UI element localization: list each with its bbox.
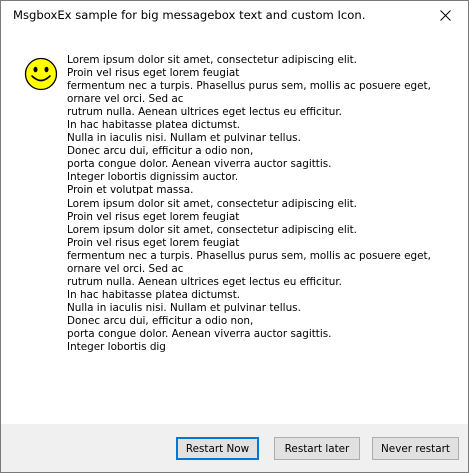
restart-now-button[interactable]: Restart Now xyxy=(176,437,259,460)
message-line: porta congue dolor. Aenean viverra aucto… xyxy=(67,158,332,171)
smiley-face-icon xyxy=(24,57,58,91)
message-box-window: MsgboxEx sample for big messagebox text … xyxy=(0,0,469,473)
message-line: rutrum nulla. Aenean ultrices eget lectu… xyxy=(67,106,342,119)
message-line: Donec arcu dui, efficitur a odio non, xyxy=(67,145,254,158)
message-line: ornare vel orci. Sed ac xyxy=(67,93,184,106)
window-title: MsgboxEx sample for big messagebox text … xyxy=(13,8,366,22)
message-line: Lorem ipsum dolor sit amet, consectetur … xyxy=(67,54,357,66)
message-line: fermentum nec a turpis. Phasellus purus … xyxy=(67,80,431,93)
message-line: rutrum nulla. Aenean ultrices eget lectu… xyxy=(67,275,342,288)
never-restart-button[interactable]: Never restart xyxy=(372,437,459,460)
close-button[interactable] xyxy=(422,1,468,30)
button-bar: Restart Now Restart later Never restart xyxy=(1,424,468,472)
close-icon xyxy=(439,10,451,21)
message-line: fermentum nec a turpis. Phasellus purus … xyxy=(67,249,431,262)
message-line: Integer lobortis dig xyxy=(67,341,166,354)
message-content: Lorem ipsum dolor sit amet, consectetur … xyxy=(1,30,468,424)
message-line: Nulla in iaculis nisi. Nullam et pulvina… xyxy=(67,301,301,314)
message-line: Lorem ipsum dolor sit amet, consectetur … xyxy=(67,197,357,210)
message-line: Nulla in iaculis nisi. Nullam et pulvina… xyxy=(67,132,301,145)
message-line: Proin vel risus eget lorem feugiat xyxy=(67,210,240,223)
message-line: porta congue dolor. Aenean viverra aucto… xyxy=(67,327,332,340)
message-line: Proin vel risus eget lorem feugiat xyxy=(67,236,240,249)
title-bar[interactable]: MsgboxEx sample for big messagebox text … xyxy=(1,1,468,30)
message-text: Lorem ipsum dolor sit amet, consectetur … xyxy=(67,54,459,354)
message-line: ornare vel orci. Sed ac xyxy=(67,262,184,275)
message-line: Proin vel risus eget lorem feugiat xyxy=(67,67,240,80)
message-line: Proin et volutpat massa. xyxy=(67,184,194,197)
restart-later-button[interactable]: Restart later xyxy=(274,437,360,460)
message-line: In hac habitasse platea dictumst. xyxy=(67,288,241,301)
message-line: In hac habitasse platea dictumst. xyxy=(67,119,241,132)
message-line: Donec arcu dui, efficitur a odio non, xyxy=(67,314,254,327)
message-line: Integer lobortis dignissim auctor. xyxy=(67,171,239,184)
message-line: Lorem ipsum dolor sit amet, consectetur … xyxy=(67,223,357,236)
